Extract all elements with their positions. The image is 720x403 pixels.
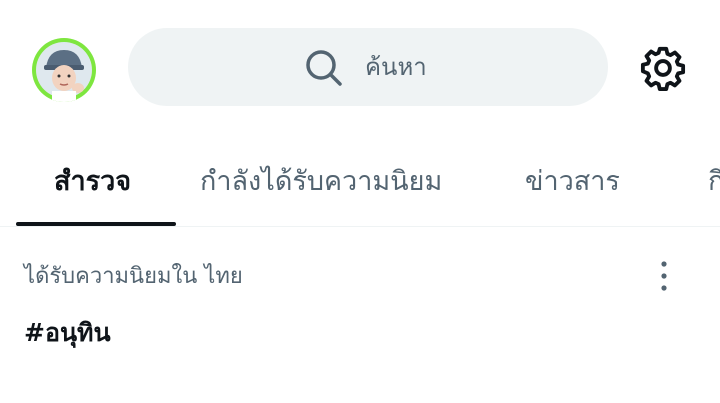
top-bar: ค้นหา xyxy=(0,0,720,134)
explore-page: ค้นหา สำรวจ กำลังได้รับความนิยม ข่าวสาร … xyxy=(0,0,720,403)
tab-explore[interactable]: สำรวจ xyxy=(54,134,131,226)
profile-avatar[interactable] xyxy=(32,38,96,102)
tab-news[interactable]: ข่าวสาร xyxy=(525,134,620,226)
search-icon xyxy=(306,50,342,86)
active-tab-indicator xyxy=(16,222,176,226)
avatar-image xyxy=(36,42,92,102)
trend-item[interactable]: ได้รับความนิยมใน ไทย #อนุทิน xyxy=(0,227,720,403)
explore-tabs: สำรวจ กำลังได้รับความนิยม ข่าวสาร กี xyxy=(0,134,720,227)
search-placeholder: ค้นหา xyxy=(365,53,427,81)
tab-trending[interactable]: กำลังได้รับความนิยม xyxy=(200,134,442,226)
more-options-icon[interactable] xyxy=(650,259,678,293)
tab-partial-next[interactable]: กี xyxy=(708,134,720,226)
search-bar[interactable]: ค้นหา xyxy=(128,28,608,106)
settings-gear-icon[interactable] xyxy=(640,45,686,91)
trend-context: ได้รับความนิยมใน ไทย xyxy=(24,264,243,289)
trend-hashtag[interactable]: #อนุทิน xyxy=(24,317,111,349)
